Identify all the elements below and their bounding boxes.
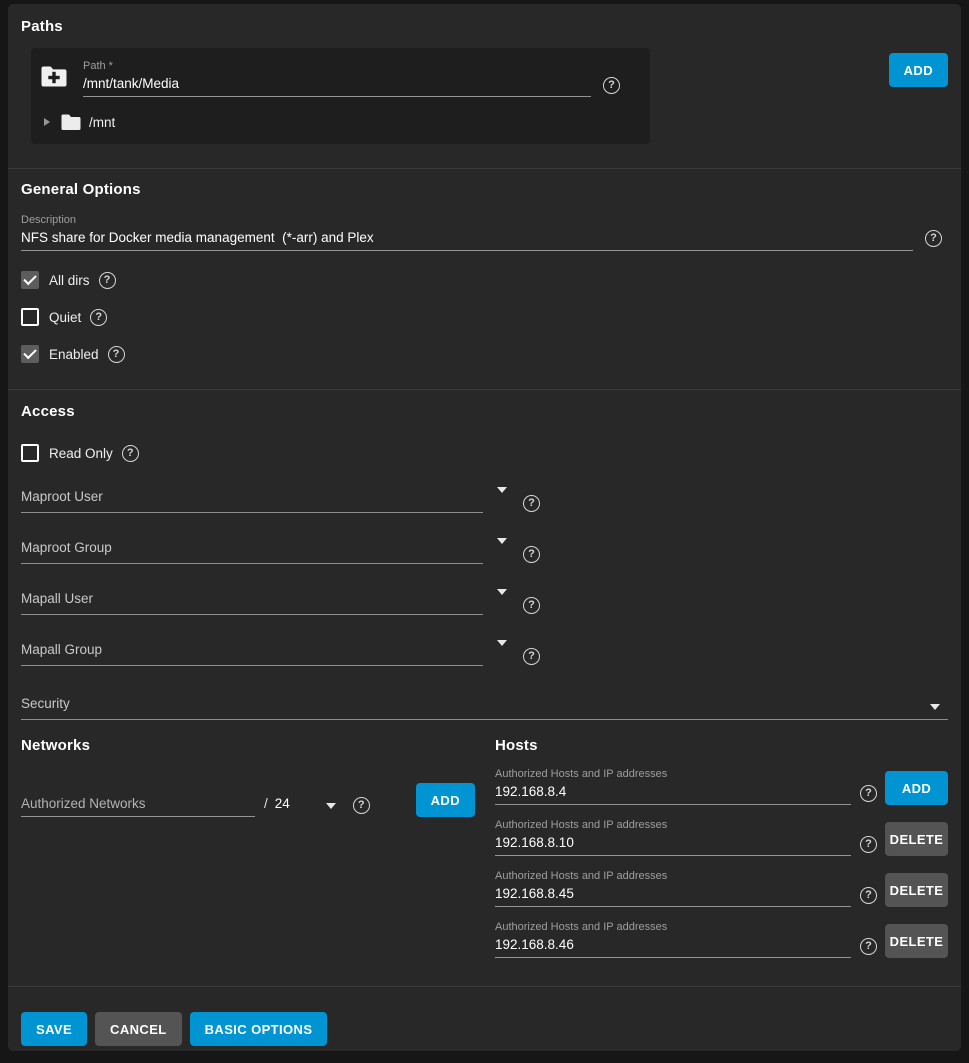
networks-column: Networks / 24 ? ADD [21,737,475,958]
paths-section: Paths Path * ? [8,4,961,168]
mapall-group-select[interactable]: Mapall Group [21,641,483,666]
general-options-section: General Options Description ? All dirs ?… [8,169,961,389]
host-delete-button[interactable]: DELETE [885,873,948,907]
host-help-icon[interactable]: ? [860,785,877,802]
all-dirs-row: All dirs ? [21,271,948,289]
caret-down-icon[interactable] [497,487,507,493]
maproot-group-help-icon[interactable]: ? [523,546,540,563]
host-field-label: Authorized Hosts and IP addresses [495,768,851,780]
mapall-group-help-icon[interactable]: ? [523,648,540,665]
cancel-button[interactable]: CANCEL [95,1012,182,1046]
access-title: Access [21,403,948,420]
mapall-user-label: Mapall User [21,591,93,606]
paths-add-button[interactable]: ADD [889,53,948,87]
host-input-2[interactable] [495,833,851,856]
security-row: Security [21,695,948,720]
paths-section-title: Paths [21,18,948,35]
tree-node-label: /mnt [89,115,115,130]
maproot-user-select[interactable]: Maproot User [21,488,483,513]
networks-title: Networks [21,737,475,754]
chevron-right-icon[interactable] [44,118,50,126]
maproot-user-label: Maproot User [21,489,103,504]
caret-down-icon[interactable] [497,538,507,544]
enabled-help-icon[interactable]: ? [108,346,125,363]
caret-down-icon[interactable] [497,589,507,595]
enabled-label: Enabled [49,347,99,362]
host-row: Authorized Hosts and IP addresses ? DELE… [495,819,948,856]
authorized-networks-input[interactable] [21,794,255,817]
mapall-group-label: Mapall Group [21,642,102,657]
mapall-user-help-icon[interactable]: ? [523,597,540,614]
all-dirs-label: All dirs [49,273,90,288]
hosts-title: Hosts [495,737,948,754]
path-help-icon[interactable]: ? [603,77,620,94]
enabled-checkbox[interactable] [21,345,39,363]
host-help-icon[interactable]: ? [860,836,877,853]
description-label: Description [21,214,913,226]
netmask-select[interactable]: 24 [275,796,290,811]
maproot-group-select[interactable]: Maproot Group [21,539,483,564]
general-options-title: General Options [21,181,948,198]
authorized-networks-help-icon[interactable]: ? [353,797,370,814]
authorized-networks-row: / 24 ? ADD [21,783,475,817]
path-picker-panel: Path * ? /mnt [31,48,650,144]
netmask-separator: / [264,796,268,811]
security-select[interactable]: Security [21,695,948,720]
host-input-1[interactable] [495,782,851,805]
enabled-row: Enabled ? [21,345,948,363]
maproot-group-row: Maproot Group ? [21,544,948,564]
host-delete-button[interactable]: DELETE [885,924,948,958]
folder-plus-icon[interactable] [41,66,67,92]
tree-node-mnt[interactable]: /mnt [39,114,636,130]
host-input-3[interactable] [495,884,851,907]
basic-options-button[interactable]: BASIC OPTIONS [190,1012,328,1046]
caret-down-icon[interactable] [930,704,940,710]
read-only-help-icon[interactable]: ? [122,445,139,462]
read-only-row: Read Only ? [21,444,948,462]
host-row: Authorized Hosts and IP addresses ? ADD [495,768,948,805]
hosts-add-button[interactable]: ADD [885,771,948,805]
read-only-checkbox[interactable] [21,444,39,462]
host-help-icon[interactable]: ? [860,887,877,904]
description-help-icon[interactable]: ? [925,230,942,247]
host-input-4[interactable] [495,935,851,958]
host-help-icon[interactable]: ? [860,938,877,955]
host-row: Authorized Hosts and IP addresses ? DELE… [495,870,948,907]
mapall-user-row: Mapall User ? [21,595,948,615]
caret-down-icon[interactable] [326,803,336,809]
host-field-label: Authorized Hosts and IP addresses [495,870,851,882]
all-dirs-help-icon[interactable]: ? [99,272,116,289]
mapall-user-select[interactable]: Mapall User [21,590,483,615]
quiet-label: Quiet [49,310,81,325]
quiet-row: Quiet ? [21,308,948,326]
security-label: Security [21,696,70,711]
nfs-share-form-card: Paths Path * ? [8,4,961,1051]
read-only-label: Read Only [49,446,113,461]
maproot-user-help-icon[interactable]: ? [523,495,540,512]
caret-down-icon[interactable] [497,640,507,646]
maproot-user-row: Maproot User ? [21,493,948,513]
networks-add-button[interactable]: ADD [416,783,475,817]
access-section: Access Read Only ? Maproot User ? Maproo… [8,390,961,720]
folder-icon [61,114,81,130]
networks-hosts-section: Networks / 24 ? ADD Hosts Authorized Hos… [8,720,961,986]
mapall-group-row: Mapall Group ? [21,646,948,666]
path-input[interactable] [83,74,591,97]
host-field-label: Authorized Hosts and IP addresses [495,819,851,831]
quiet-help-icon[interactable]: ? [90,309,107,326]
maproot-group-label: Maproot Group [21,540,112,555]
host-field-label: Authorized Hosts and IP addresses [495,921,851,933]
form-footer: SAVE CANCEL BASIC OPTIONS [8,987,961,1051]
all-dirs-checkbox[interactable] [21,271,39,289]
host-delete-button[interactable]: DELETE [885,822,948,856]
host-row: Authorized Hosts and IP addresses ? DELE… [495,921,948,958]
hosts-column: Hosts Authorized Hosts and IP addresses … [495,737,948,958]
save-button[interactable]: SAVE [21,1012,87,1046]
description-input[interactable] [21,228,913,251]
quiet-checkbox[interactable] [21,308,39,326]
path-field-label: Path * [83,60,591,72]
